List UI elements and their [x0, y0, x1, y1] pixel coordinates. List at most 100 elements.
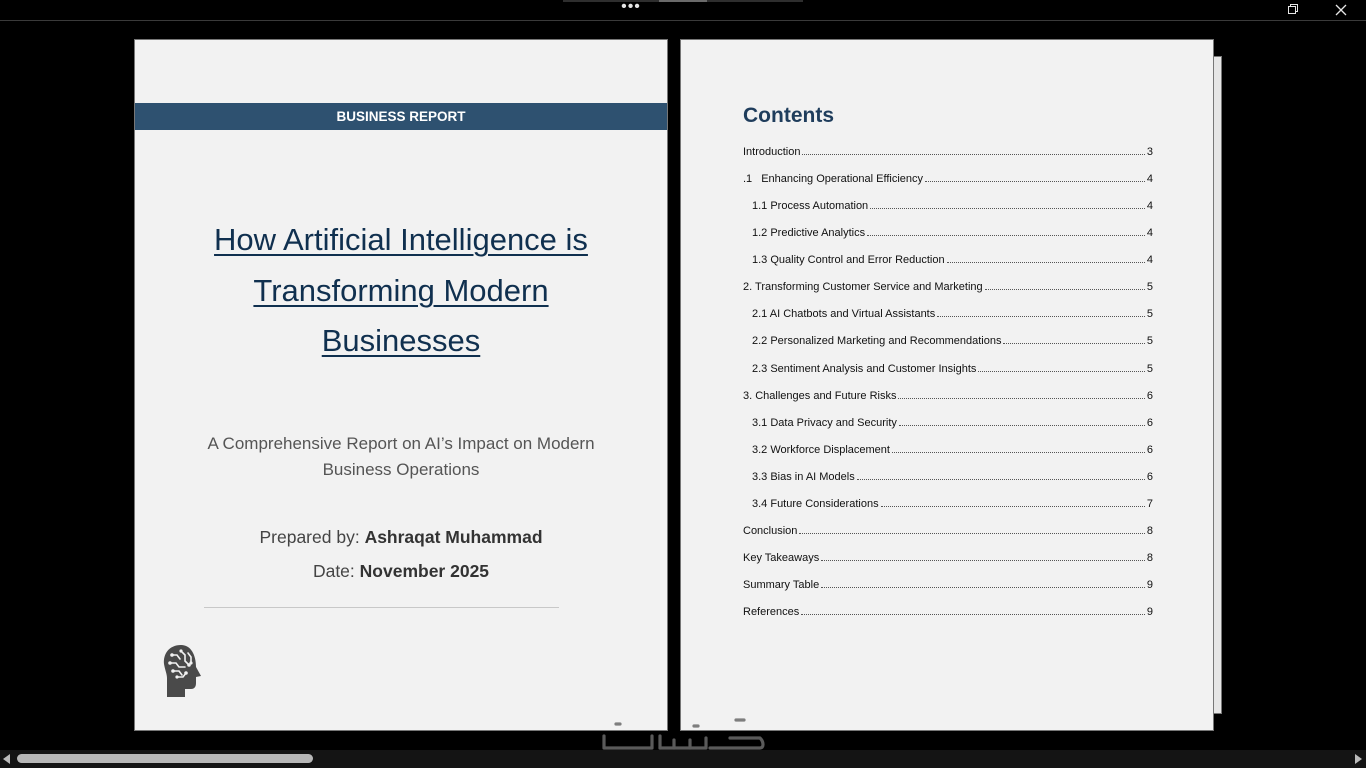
toc-entry-text: 3.2 Workforce Displacement: [752, 444, 890, 456]
report-subtitle: A Comprehensive Report on AI’s Impact on…: [207, 434, 595, 479]
toc-entry-text: 3.3 Bias in AI Models: [752, 471, 855, 483]
report-banner: BUSINESS REPORT: [135, 103, 667, 130]
toc-entry[interactable]: 3.1 Data Privacy and Security 6: [752, 415, 1153, 429]
toc-leader: [898, 425, 1145, 426]
toc-entry-text: Summary Table: [743, 579, 820, 591]
toc-entry[interactable]: 2.1 AI Chatbots and Virtual Assistants 5: [752, 306, 1153, 320]
toc-entry-text: 1.2 Predictive Analytics: [752, 227, 866, 239]
toc-entry[interactable]: 1.3 Quality Control and Error Reduction 4: [752, 252, 1153, 266]
scroll-right-arrow-icon[interactable]: [1355, 754, 1362, 764]
toc-entry[interactable]: Summary Table 9: [743, 577, 1153, 591]
toc-leader: [856, 479, 1145, 480]
toc-leader: [1003, 343, 1145, 344]
date-value: November 2025: [359, 561, 490, 581]
toc-entry[interactable]: Key Takeaways 8: [743, 550, 1153, 564]
toc-entry-text: Introduction: [743, 146, 801, 158]
toc-leader: [799, 533, 1145, 534]
toc-entry-number: .1: [743, 173, 753, 185]
restore-icon: [1288, 4, 1298, 14]
toc-leader: [984, 289, 1145, 290]
scrollbar-thumb[interactable]: [17, 754, 313, 763]
toc-entry-text: 2.1 AI Chatbots and Virtual Assistants: [752, 308, 936, 320]
prepared-label: Prepared by:: [259, 527, 360, 547]
toc-entry-page: 5: [1146, 281, 1153, 293]
toc-entry-page: 4: [1146, 227, 1153, 239]
toc-leader: [978, 371, 1145, 372]
toc-entry-text: 3. Challenges and Future Risks: [743, 390, 897, 402]
restore-window-button[interactable]: [1280, 2, 1306, 18]
toc-entry-page: 8: [1146, 525, 1153, 537]
title-line-2: Transforming Modern: [253, 272, 549, 308]
toc-entry-page: 9: [1146, 579, 1153, 591]
toc-entry-page: 9: [1146, 606, 1153, 618]
toc-leader: [870, 208, 1145, 209]
scroll-left-arrow-icon[interactable]: [3, 754, 10, 764]
toc-entry-text: 2.2 Personalized Marketing and Recommend…: [752, 335, 1002, 347]
toc-entry[interactable]: 1.1 Process Automation 4: [752, 198, 1153, 212]
toc-entry-page: 5: [1146, 363, 1153, 375]
toc-entry[interactable]: 3.2 Workforce Displacement 6: [752, 442, 1153, 456]
toc-leader: [821, 560, 1145, 561]
toc-entry[interactable]: Introduction 3: [743, 144, 1153, 158]
toc-entry[interactable]: 3. Challenges and Future Risks 6: [743, 388, 1153, 402]
toc-entry-page: 3: [1146, 146, 1153, 158]
toc-entry-page: 6: [1146, 471, 1153, 483]
toc-entry[interactable]: 2.2 Personalized Marketing and Recommend…: [752, 333, 1153, 347]
prepared-by: Prepared by: Ashraqat Muhammad: [135, 525, 667, 549]
toc-leader: [925, 181, 1145, 182]
more-options-button[interactable]: •••: [616, 0, 646, 18]
divider-line: [204, 607, 559, 608]
toc-leader: [821, 587, 1145, 588]
contents-heading: Contents: [743, 104, 834, 127]
toc-entry-page: 6: [1146, 390, 1153, 402]
toc-entry[interactable]: Conclusion 8: [743, 523, 1153, 537]
toc-entry-text: Key Takeaways: [743, 552, 820, 564]
toc-entry-page: 4: [1146, 254, 1153, 266]
toc-entry-page: 5: [1146, 335, 1153, 347]
toc-entry[interactable]: 1.2 Predictive Analytics 4: [752, 225, 1153, 239]
toc-entry-page: 6: [1146, 417, 1153, 429]
brain-circuit-head-icon: [163, 645, 201, 697]
close-window-button[interactable]: [1328, 2, 1354, 18]
toc-leader: [801, 614, 1145, 615]
toc-entry[interactable]: References 9: [743, 604, 1153, 618]
toc-entry[interactable]: .1 Enhancing Operational Efficiency 4: [743, 171, 1153, 185]
toc-leader: [891, 452, 1145, 453]
window-top-bar: •••: [0, 0, 1366, 21]
report-date: Date: November 2025: [135, 559, 667, 583]
toc-leader: [898, 398, 1145, 399]
toc-entry-page: 5: [1146, 308, 1153, 320]
toc-entry-text: 2.3 Sentiment Analysis and Customer Insi…: [752, 363, 977, 375]
report-title: How Artificial Intelligence is Transform…: [175, 215, 627, 367]
toc-entry-page: 6: [1146, 444, 1153, 456]
horizontal-scrollbar[interactable]: [0, 750, 1366, 768]
toc-entry-page: 4: [1146, 173, 1153, 185]
watermark-logo: [602, 718, 765, 750]
close-icon: [1335, 4, 1347, 16]
author-name: Ashraqat Muhammad: [364, 527, 543, 547]
toc-entry-text: 3.1 Data Privacy and Security: [752, 417, 897, 429]
toc-leader: [880, 506, 1145, 507]
cover-page: BUSINESS REPORT How Artificial Intellige…: [134, 39, 668, 731]
title-line-3: Businesses: [321, 323, 481, 358]
toc-leader: [946, 262, 1145, 263]
toc-entry[interactable]: 2.3 Sentiment Analysis and Customer Insi…: [752, 361, 1153, 375]
toc-entry[interactable]: 2. Transforming Customer Service and Mar…: [743, 279, 1153, 293]
toc-entry-text: References: [743, 606, 800, 618]
toc-entry-page: 8: [1146, 552, 1153, 564]
toc-leader: [802, 154, 1145, 155]
next-page-edge: [1214, 56, 1222, 714]
toc-entry-text: 1.1 Process Automation: [752, 200, 869, 212]
toc-entry-text: 3.4 Future Considerations: [752, 498, 879, 510]
toc-entry[interactable]: 3.3 Bias in AI Models 6: [752, 469, 1153, 483]
toc-entry-page: 7: [1146, 498, 1153, 510]
title-line-1: How Artificial Intelligence is: [214, 222, 588, 257]
contents-page: Contents Introduction 3 .1 Enhancing Opera…: [680, 39, 1214, 731]
toc-entry[interactable]: 3.4 Future Considerations 7: [752, 496, 1153, 510]
toc-entry-text: Enhancing Operational Efficiency: [761, 173, 924, 185]
date-label: Date:: [312, 561, 355, 581]
toc-entry-text: 1.3 Quality Control and Error Reduction: [752, 254, 945, 266]
toc-entry-text: Conclusion: [743, 525, 798, 537]
toc-leader: [867, 235, 1145, 236]
toc-entry-page: 4: [1146, 200, 1153, 212]
